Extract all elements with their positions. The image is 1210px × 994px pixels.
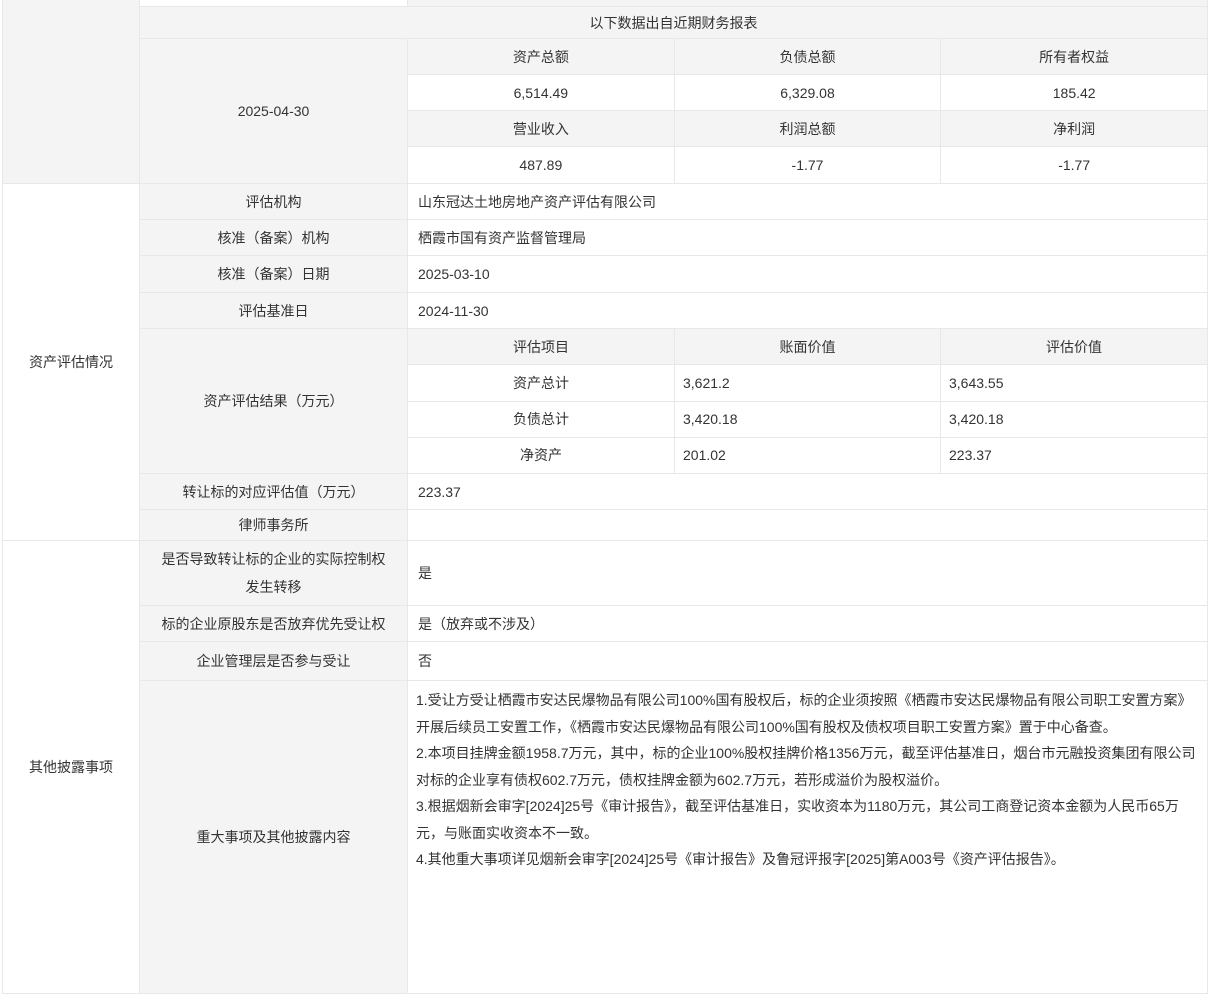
other-disclosure-section-label: 其他披露事项	[3, 541, 140, 993]
field-row-control-transfer: 是否导致转让标的企业的实际控制权发生转移 是	[140, 541, 1207, 606]
value-owners-equity: 185.42	[941, 75, 1207, 110]
assessed-value-net-assets: 223.37	[941, 438, 1207, 473]
field-row-management: 企业管理层是否参与受让 否	[140, 642, 1207, 681]
header-owners-equity: 所有者权益	[941, 39, 1207, 74]
field-row-approval-date: 核准（备案）日期 2025-03-10	[140, 256, 1207, 293]
base-date-value: 2024-11-30	[408, 293, 1207, 328]
value-net-profit: -1.77	[941, 147, 1207, 183]
financial-section: 以下数据出自近期财务报表 2025-04-30 资产总额 负债总额 所有者权益 …	[3, 0, 1207, 184]
field-row-law-firm: 律师事务所	[140, 510, 1207, 540]
header-total-profit: 利润总额	[675, 111, 942, 146]
assessed-value-total-liabilities: 3,420.18	[941, 402, 1207, 437]
valuation-result-header-row: 评估项目 账面价值 评估价值	[408, 329, 1207, 365]
financial-header-row-1: 资产总额 负债总额 所有者权益	[408, 39, 1207, 75]
financial-section-label-cell	[3, 0, 140, 183]
disclosure-paragraph-1: 1.受让方受让栖霞市安达民爆物品有限公司100%国有股权后，标的企业须按照《栖霞…	[416, 687, 1199, 740]
column-item: 评估项目	[408, 329, 675, 364]
value-total-assets: 6,514.49	[408, 75, 675, 110]
financial-header-row-2: 营业收入 利润总额 净利润	[408, 111, 1207, 147]
management-value: 否	[408, 642, 1207, 680]
field-row-base-date: 评估基准日 2024-11-30	[140, 293, 1207, 329]
financial-report-date: 2025-04-30	[140, 39, 408, 183]
financial-table-title: 以下数据出自近期财务报表	[140, 7, 1207, 39]
transfer-value: 223.37	[408, 474, 1207, 509]
agency-label: 评估机构	[140, 184, 408, 219]
header-total-assets: 资产总额	[408, 39, 675, 74]
financial-table: 2025-04-30 资产总额 负债总额 所有者权益 6,514.49 6,32…	[140, 39, 1207, 183]
book-value-total-assets: 3,621.2	[675, 365, 941, 400]
disclosure-paragraph-4: 4.其他重大事项详见烟新会审字[2024]25号《审计报告》及鲁冠评报字[202…	[416, 846, 1199, 873]
waive-right-label: 标的企业原股东是否放弃优先受让权	[140, 606, 408, 641]
field-row-agency: 评估机构 山东冠达土地房地产资产评估有限公司	[140, 184, 1207, 220]
financial-section-body: 以下数据出自近期财务报表 2025-04-30 资产总额 负债总额 所有者权益 …	[140, 0, 1207, 183]
field-row-transfer-value: 转让标的对应评估值（万元） 223.37	[140, 474, 1207, 510]
book-value-net-assets: 201.02	[675, 438, 941, 473]
approval-org-value: 栖霞市国有资产监督管理局	[408, 220, 1207, 255]
valuation-result-table: 评估项目 账面价值 评估价值 资产总计 3,621.2 3,643.55 负债总…	[408, 329, 1207, 473]
result-row-net-assets: 净资产 201.02 223.37	[408, 438, 1207, 473]
disclosure-paragraph-2: 2.本项目挂牌金额1958.7万元，其中，标的企业100%股权挂牌价格1356万…	[416, 740, 1199, 793]
law-firm-label: 律师事务所	[140, 510, 408, 540]
asset-valuation-section: 资产评估情况 评估机构 山东冠达土地房地产资产评估有限公司 核准（备案）机构 栖…	[3, 184, 1207, 541]
control-transfer-value: 是	[408, 541, 1207, 605]
asset-valuation-section-label: 资产评估情况	[3, 184, 140, 540]
approval-date-value: 2025-03-10	[408, 256, 1207, 292]
control-transfer-label: 是否导致转让标的企业的实际控制权发生转移	[140, 541, 408, 605]
transfer-value-label: 转让标的对应评估值（万元）	[140, 474, 408, 509]
other-disclosure-body: 是否导致转让标的企业的实际控制权发生转移 是 标的企业原股东是否放弃优先受让权 …	[140, 541, 1207, 993]
header-total-liabilities: 负债总额	[675, 39, 942, 74]
field-row-valuation-result: 资产评估结果（万元） 评估项目 账面价值 评估价值 资产总计 3,621.2 3…	[140, 329, 1207, 474]
value-total-profit: -1.77	[675, 147, 942, 183]
result-row-total-liabilities: 负债总计 3,420.18 3,420.18	[408, 402, 1207, 438]
equity-transfer-detail-table: 以下数据出自近期财务报表 2025-04-30 资产总额 负债总额 所有者权益 …	[2, 0, 1208, 994]
book-value-total-liabilities: 3,420.18	[675, 402, 941, 437]
approval-org-label: 核准（备案）机构	[140, 220, 408, 255]
item-total-liabilities: 负债总计	[408, 402, 675, 437]
base-date-label: 评估基准日	[140, 293, 408, 328]
agency-value: 山东冠达土地房地产资产评估有限公司	[408, 184, 1207, 219]
major-items-content: 1.受让方受让栖霞市安达民爆物品有限公司100%国有股权后，标的企业须按照《栖霞…	[408, 681, 1207, 993]
item-total-assets: 资产总计	[408, 365, 675, 400]
value-total-liabilities: 6,329.08	[675, 75, 942, 110]
cutoff-left-cell	[140, 0, 408, 6]
result-row-total-assets: 资产总计 3,621.2 3,643.55	[408, 365, 1207, 401]
column-assessed-value: 评估价值	[941, 329, 1207, 364]
waive-right-value: 是（放弃或不涉及）	[408, 606, 1207, 641]
field-row-waive-right: 标的企业原股东是否放弃优先受让权 是（放弃或不涉及）	[140, 606, 1207, 642]
value-operating-revenue: 487.89	[408, 147, 675, 183]
item-net-assets: 净资产	[408, 438, 675, 473]
field-row-major-items: 重大事项及其他披露内容 1.受让方受让栖霞市安达民爆物品有限公司100%国有股权…	[140, 681, 1207, 993]
law-firm-value	[408, 510, 1207, 540]
major-items-label: 重大事项及其他披露内容	[140, 681, 408, 993]
disclosure-paragraph-3: 3.根据烟新会审字[2024]25号《审计报告》，截至评估基准日，实收资本为11…	[416, 793, 1199, 846]
header-operating-revenue: 营业收入	[408, 111, 675, 146]
management-label: 企业管理层是否参与受让	[140, 642, 408, 680]
financial-figures: 资产总额 负债总额 所有者权益 6,514.49 6,329.08 185.42…	[408, 39, 1207, 183]
cutoff-row	[140, 0, 1207, 7]
assessed-value-total-assets: 3,643.55	[941, 365, 1207, 400]
other-disclosure-section: 其他披露事项 是否导致转让标的企业的实际控制权发生转移 是 标的企业原股东是否放…	[3, 541, 1207, 994]
valuation-result-label: 资产评估结果（万元）	[140, 329, 408, 473]
cutoff-right-cell	[408, 0, 1207, 6]
financial-value-row-2: 487.89 -1.77 -1.77	[408, 147, 1207, 183]
financial-value-row-1: 6,514.49 6,329.08 185.42	[408, 75, 1207, 111]
approval-date-label: 核准（备案）日期	[140, 256, 408, 292]
field-row-approval-org: 核准（备案）机构 栖霞市国有资产监督管理局	[140, 220, 1207, 256]
header-net-profit: 净利润	[941, 111, 1207, 146]
column-book-value: 账面价值	[675, 329, 941, 364]
asset-valuation-body: 评估机构 山东冠达土地房地产资产评估有限公司 核准（备案）机构 栖霞市国有资产监…	[140, 184, 1207, 540]
